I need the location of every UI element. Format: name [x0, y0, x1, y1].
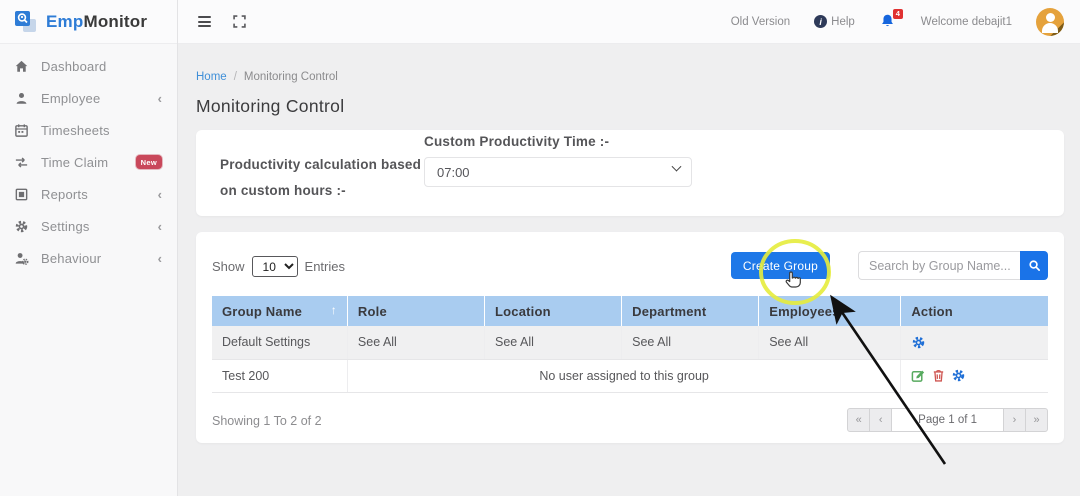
table-row: Default Settings See All See All See All… [212, 326, 1048, 360]
results-summary: Showing 1 To 2 of 2 [212, 414, 322, 428]
column-header-department[interactable]: Department [621, 296, 760, 326]
user-gear-icon [13, 250, 30, 267]
first-page-button[interactable]: « [847, 408, 871, 432]
productivity-card: Productivity calculation based on custom… [196, 130, 1064, 216]
fullscreen-icon[interactable] [233, 15, 246, 28]
column-header-employees[interactable]: Employees [758, 296, 902, 326]
sidebar-item-time-claim[interactable]: Time Claim New [0, 146, 177, 178]
sidebar-item-timesheets[interactable]: Timesheets [0, 114, 177, 146]
page-title: Monitoring Control [196, 96, 345, 116]
productivity-label: Productivity calculation based on custom… [220, 157, 422, 199]
report-icon [13, 186, 30, 203]
sidebar-item-reports[interactable]: Reports ‹ [0, 178, 177, 210]
chevron-icon: ‹ [157, 218, 162, 234]
column-header-location[interactable]: Location [484, 296, 623, 326]
main-content: Home / Monitoring Control Monitoring Con… [178, 44, 1080, 496]
sort-ascending-icon: ↑ [330, 303, 337, 317]
old-version-link[interactable]: Old Version [731, 16, 790, 28]
custom-time-label: Custom Productivity Time :- [424, 134, 610, 149]
user-avatar[interactable] [1036, 7, 1064, 36]
column-header-group-name[interactable]: Group Name ↑ [212, 296, 348, 326]
empty-group-message: No user assigned to this group [347, 359, 902, 393]
last-page-button[interactable]: » [1025, 408, 1048, 432]
user-icon [13, 90, 30, 107]
table-header-row: Group Name ↑ Role Location Department Emp… [212, 296, 1048, 326]
menu-toggle-icon[interactable] [198, 16, 211, 27]
page-size-select[interactable]: 10 [251, 256, 298, 277]
empmonitor-logo-icon [13, 9, 39, 35]
page-indicator: Page 1 of 1 [891, 408, 1004, 432]
pagination: « ‹ Page 1 of 1 › » [847, 408, 1048, 432]
search-button[interactable] [1020, 251, 1048, 280]
sidebar-item-behaviour[interactable]: Behaviour ‹ [0, 242, 177, 274]
topbar: Old Version i Help 4 Welcome debajit1 [178, 0, 1080, 44]
chevron-icon: ‹ [157, 250, 162, 266]
show-label: Show [212, 259, 245, 274]
new-badge: New [135, 155, 162, 169]
previous-page-button[interactable]: ‹ [869, 408, 893, 432]
app-logo[interactable]: EmpMonitor [0, 0, 177, 44]
help-link[interactable]: i Help [814, 15, 855, 28]
sidebar-item-settings[interactable]: Settings ‹ [0, 210, 177, 242]
groups-table: Group Name ↑ Role Location Department Emp… [212, 296, 1048, 393]
app-name: EmpMonitor [46, 11, 148, 31]
table-row: Test 200 No user assigned to this group [212, 359, 1048, 393]
entries-label: Entries [304, 259, 345, 274]
sidebar-item-employee[interactable]: Employee ‹ [0, 82, 177, 114]
productivity-time-select[interactable]: 07:00 [424, 157, 692, 187]
edit-group-icon[interactable] [911, 368, 926, 383]
search-icon [1028, 260, 1040, 271]
delete-group-icon[interactable] [931, 368, 946, 383]
chevron-icon: ‹ [157, 90, 162, 106]
sidebar: EmpMonitor Dashboard Employee ‹ Timeshee… [0, 0, 178, 496]
column-header-role[interactable]: Role [347, 296, 486, 326]
home-icon [13, 58, 30, 75]
breadcrumb: Home / Monitoring Control [196, 71, 338, 83]
group-settings-icon[interactable] [911, 335, 926, 350]
notifications-button[interactable]: 4 [879, 8, 903, 31]
group-search-input[interactable] [858, 251, 1020, 280]
next-page-button[interactable]: › [1003, 408, 1026, 432]
group-name-cell: Test 200 [212, 359, 348, 393]
breadcrumb-home-link[interactable]: Home [196, 71, 227, 83]
gear-icon [13, 218, 30, 235]
notification-count-badge: 4 [892, 8, 903, 19]
create-group-button[interactable]: Create Group [730, 252, 830, 279]
welcome-text: Welcome debajit1 [920, 15, 1012, 28]
chevron-icon: ‹ [157, 186, 162, 202]
groups-card: Show 10 Entries Create Group Group Name↑… [196, 232, 1064, 443]
calendar-icon [13, 122, 30, 139]
group-name-cell: Default Settings [212, 326, 348, 360]
info-icon: i [814, 15, 828, 28]
swap-arrows-icon [13, 154, 30, 171]
sidebar-item-dashboard[interactable]: Dashboard [0, 50, 177, 82]
group-settings-icon[interactable] [951, 368, 966, 383]
breadcrumb-current: Monitoring Control [243, 71, 338, 83]
column-header-action[interactable]: Action [900, 296, 1048, 326]
